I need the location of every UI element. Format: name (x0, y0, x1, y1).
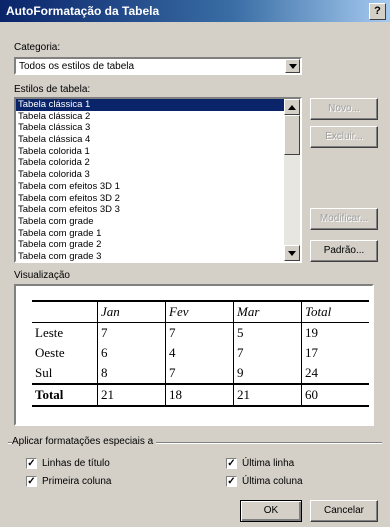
style-list-item[interactable]: Tabela colorida 1 (16, 146, 284, 158)
style-list-item[interactable]: Tabela com grade 3 (16, 251, 284, 261)
title-bar: AutoFormatação da Tabela ? (0, 0, 390, 22)
styles-label: Estilos de tabela: (14, 84, 91, 95)
style-list-item[interactable]: Tabela clássica 1 (16, 99, 284, 111)
chevron-down-icon (289, 64, 297, 69)
preview-cell: 21 (233, 383, 302, 407)
checkbox-label: Linhas de título (42, 458, 110, 469)
chevron-down-icon (288, 251, 296, 256)
preview-cell: 8 (97, 363, 166, 384)
preview-cell: 5 (233, 322, 302, 343)
category-dropdown[interactable]: Todos os estilos de tabela (14, 57, 302, 75)
help-button[interactable]: ? (369, 3, 386, 20)
special-formatting-group (8, 442, 382, 497)
preview-cell: 4 (165, 343, 234, 363)
preview-cell: Jan (97, 300, 166, 323)
modify-style-button[interactable]: Modificar... (310, 208, 378, 230)
preview-cell: 6 (97, 343, 166, 363)
preview-cell: 7 (97, 322, 166, 343)
preview-cell: Total (301, 300, 369, 323)
style-list-item[interactable]: Tabela com grade 2 (16, 239, 284, 251)
checkbox-box[interactable]: ✓ (226, 476, 237, 487)
cancel-button[interactable]: Cancelar (310, 500, 378, 522)
preview-cell: 7 (233, 343, 302, 363)
style-list-item[interactable]: Tabela clássica 3 (16, 122, 284, 134)
preview-cell: Oeste (35, 345, 65, 360)
new-style-button[interactable]: Novo... (310, 98, 378, 120)
checkbox-box[interactable]: ✓ (226, 458, 237, 469)
preview-cell: 9 (233, 363, 302, 384)
window-title: AutoFormatação da Tabela (6, 4, 160, 18)
styles-listbox[interactable]: Tabela clássica 1 Tabela clássica 2 Tabela… (14, 97, 302, 263)
styles-list: Tabela clássica 1 Tabela clássica 2 Tabela… (16, 99, 300, 261)
preview-cell: 60 (301, 383, 369, 407)
preview-cell: 19 (301, 322, 369, 343)
preview-cell: Total (32, 383, 98, 407)
scroll-up-button[interactable] (284, 99, 300, 115)
preview-cell: Sul (35, 365, 53, 380)
style-list-item[interactable]: Tabela clássica 4 (16, 134, 284, 146)
preview-cell: 18 (165, 383, 234, 407)
style-list-item[interactable]: Tabela com efeitos 3D 1 (16, 181, 284, 193)
style-list-item[interactable]: Tabela com grade (16, 216, 284, 228)
ok-button[interactable]: OK (240, 500, 302, 522)
preview-cell: Leste (35, 325, 64, 340)
preview-label: Visualização (14, 270, 70, 281)
table-preview: Jan Fev Mar Total Leste 7 7 5 19 Oeste 6… (14, 284, 374, 426)
preview-cell: 7 (165, 363, 234, 384)
checkbox-label: Última linha (242, 458, 295, 469)
preview-row: Sul 8 7 9 24 (32, 363, 369, 384)
delete-style-button[interactable]: Excluir... (310, 126, 378, 148)
checkbox-box[interactable]: ✓ (26, 476, 37, 487)
chevron-up-icon (288, 105, 296, 110)
checkbox-label: Primeira coluna (42, 476, 112, 487)
preview-total-row: Total 21 18 21 60 (32, 383, 369, 407)
style-list-item[interactable]: Tabela colorida 2 (16, 157, 284, 169)
special-formatting-label: Aplicar formatações especiais a (12, 436, 157, 447)
default-style-button[interactable]: Padrão... (310, 240, 378, 262)
scroll-down-button[interactable] (284, 245, 300, 261)
preview-cell: Mar (233, 300, 302, 323)
preview-cell: 24 (301, 363, 369, 384)
style-list-item[interactable]: Tabela com efeitos 3D 3 (16, 204, 284, 216)
preview-header-row: Jan Fev Mar Total (32, 300, 369, 323)
preview-cell: 7 (165, 322, 234, 343)
preview-table: Jan Fev Mar Total Leste 7 7 5 19 Oeste 6… (32, 300, 369, 407)
preview-cell: 17 (301, 343, 369, 363)
category-label: Categoria: (14, 42, 61, 53)
preview-cell (32, 300, 98, 323)
preview-row: Oeste 6 4 7 17 (32, 343, 369, 363)
style-list-item[interactable]: Tabela com efeitos 3D 2 (16, 193, 284, 205)
style-list-item[interactable]: Tabela clássica 2 (16, 111, 284, 123)
scroll-thumb[interactable] (284, 115, 300, 155)
style-list-item[interactable]: Tabela com grade 1 (16, 228, 284, 240)
preview-cell: 21 (97, 383, 166, 407)
category-dropdown-button[interactable] (285, 59, 300, 73)
style-list-item[interactable]: Tabela colorida 3 (16, 169, 284, 181)
category-value: Todos os estilos de tabela (19, 61, 135, 72)
styles-scrollbar[interactable] (284, 99, 300, 261)
preview-cell: Fev (165, 300, 234, 323)
checkbox-label: Última coluna (242, 476, 303, 487)
checkbox-box[interactable]: ✓ (26, 458, 37, 469)
preview-row: Leste 7 7 5 19 (32, 322, 369, 343)
